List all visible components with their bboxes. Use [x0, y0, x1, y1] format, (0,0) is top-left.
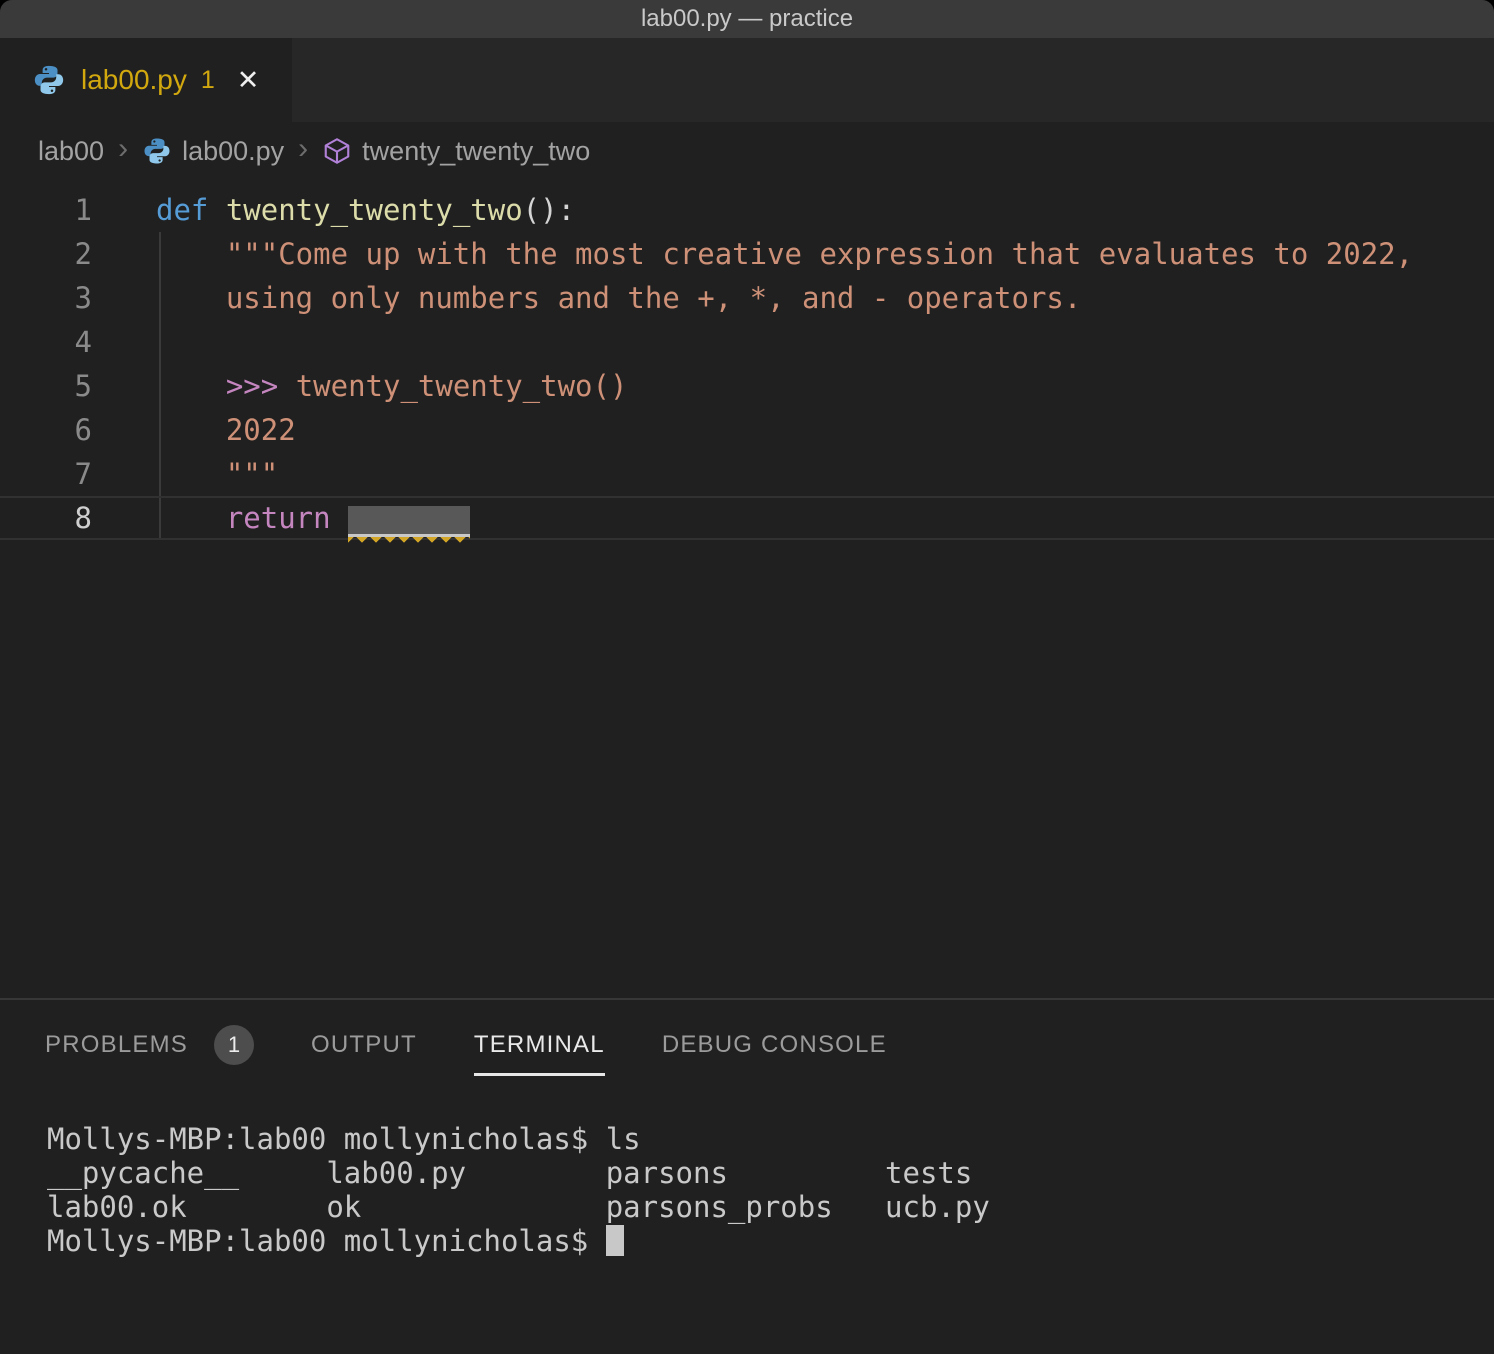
line-number: 3 [0, 276, 92, 320]
chevron-right-icon: › [118, 132, 128, 166]
line-number: 6 [0, 408, 92, 452]
code-token [156, 501, 226, 535]
code-lines: 1def twenty_twenty_two():2 """Come up wi… [0, 188, 1494, 540]
code-line[interactable]: 6 2022 [0, 408, 1494, 452]
code-token: def [156, 193, 226, 227]
line-number: 2 [0, 232, 92, 276]
panel-tab-debug-console[interactable]: DEBUG CONSOLE [662, 1031, 887, 1059]
code-editor[interactable]: 1def twenty_twenty_two():2 """Come up wi… [0, 180, 1494, 998]
code-line[interactable]: 4 [0, 320, 1494, 364]
code-token: """Come up with the most creative expres… [156, 237, 1413, 271]
breadcrumb-symbol[interactable]: twenty_twenty_two [322, 136, 590, 167]
tab-filename: lab00.py [81, 64, 187, 96]
close-icon[interactable]: ✕ [237, 65, 260, 96]
code-token: return [226, 501, 331, 535]
code-token: 2022 [156, 413, 296, 447]
problems-count-badge: 1 [214, 1025, 254, 1065]
code-token [331, 501, 348, 535]
terminal-line: lab00.ok ok parsons_probs ucb.py [47, 1190, 1494, 1224]
window-title-bar[interactable]: lab00.py — practice [0, 0, 1494, 38]
line-number: 8 [0, 498, 92, 538]
code-text: """Come up with the most creative expres… [156, 232, 1494, 276]
code-text: using only numbers and the +, *, and - o… [156, 276, 1494, 320]
panel-tab-problems[interactable]: PROBLEMS 1 [45, 1025, 254, 1065]
panel-tab-label: TERMINAL [474, 1031, 605, 1076]
code-line[interactable]: 3 using only numbers and the +, *, and -… [0, 276, 1494, 320]
panel-tab-label: OUTPUT [311, 1031, 417, 1059]
breadcrumb-folder[interactable]: lab00 [38, 136, 104, 167]
code-line[interactable]: 5 >>> twenty_twenty_two() [0, 364, 1494, 408]
code-line[interactable]: 7 """ [0, 452, 1494, 496]
tab-problems-count: 1 [201, 66, 215, 95]
code-text [156, 320, 1494, 364]
code-token: >>> [226, 369, 278, 403]
python-icon [32, 63, 66, 97]
line-number: 5 [0, 364, 92, 408]
code-line[interactable]: 8 return [0, 496, 1494, 540]
code-token: twenty_twenty_two [226, 193, 523, 227]
chevron-right-icon: › [298, 132, 308, 166]
line-number: 4 [0, 320, 92, 364]
line-number: 1 [0, 188, 92, 232]
tab-lab00py[interactable]: lab00.py 1 ✕ [0, 38, 292, 122]
terminal-output[interactable]: Mollys-MBP:lab00 mollynicholas$ ls__pyca… [0, 1090, 1494, 1258]
breadcrumb-file[interactable]: lab00.py [142, 136, 284, 167]
code-text: def twenty_twenty_two(): [156, 188, 1494, 232]
code-line[interactable]: 2 """Come up with the most creative expr… [0, 232, 1494, 276]
code-token: twenty_twenty_two() [278, 369, 627, 403]
code-text: return [156, 498, 1494, 538]
code-token [156, 369, 226, 403]
line-number: 7 [0, 452, 92, 496]
terminal-line: Mollys-MBP:lab00 mollynicholas$ ls [47, 1122, 1494, 1156]
panel-tab-output[interactable]: OUTPUT [311, 1031, 417, 1059]
code-text: 2022 [156, 408, 1494, 452]
code-token: using only numbers and the +, *, and - o… [156, 281, 1081, 315]
vscode-window: lab00.py — practice lab00.py 1 ✕ lab00 › [0, 0, 1494, 1354]
bottom-panel: PROBLEMS 1 OUTPUT TERMINAL DEBUG CONSOLE Mol… [0, 998, 1494, 1354]
code-text: >>> twenty_twenty_two() [156, 364, 1494, 408]
code-text: """ [156, 452, 1494, 496]
window-title: lab00.py — practice [641, 5, 853, 33]
snippet-placeholder [348, 506, 470, 537]
terminal-line: __pycache__ lab00.py parsons tests [47, 1156, 1494, 1190]
panel-tabs: PROBLEMS 1 OUTPUT TERMINAL DEBUG CONSOLE [0, 1000, 1494, 1090]
terminal-cursor [606, 1225, 624, 1256]
code-token: """ [156, 457, 278, 491]
python-icon [142, 136, 172, 166]
breadcrumb: lab00 › lab00.py › twenty_twenty_two [0, 122, 1494, 180]
code-token: (): [523, 193, 575, 227]
panel-tab-label: DEBUG CONSOLE [662, 1031, 887, 1059]
panel-tab-terminal[interactable]: TERMINAL [474, 1031, 605, 1059]
terminal-line: Mollys-MBP:lab00 mollynicholas$ [47, 1224, 1494, 1258]
symbol-cube-icon [322, 136, 352, 166]
editor-tab-bar: lab00.py 1 ✕ [0, 38, 1494, 122]
code-line[interactable]: 1 def twenty_twenty_two(): [0, 188, 1494, 232]
panel-tab-label: PROBLEMS [45, 1031, 188, 1059]
